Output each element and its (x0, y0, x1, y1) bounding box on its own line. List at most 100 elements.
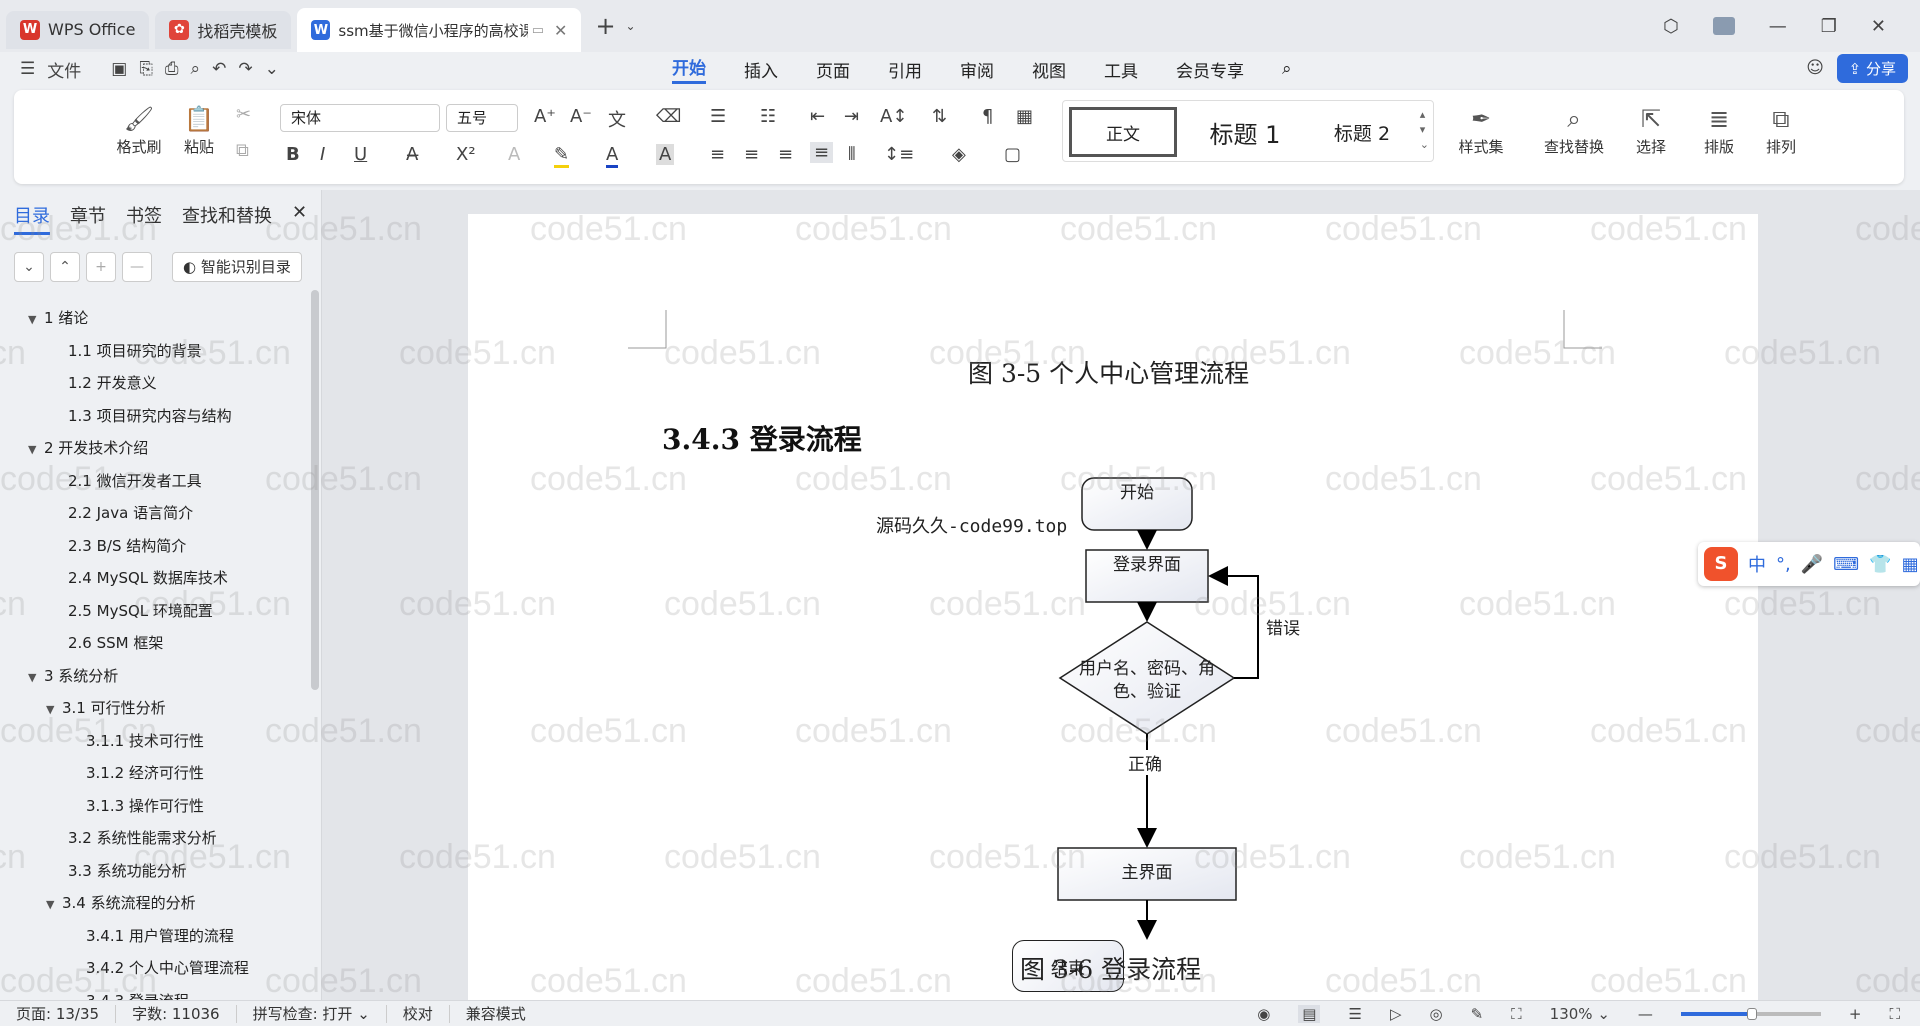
text-effect-icon[interactable]: A (508, 144, 520, 165)
toc-item[interactable]: 2.3 B/S 结构简介 (0, 530, 310, 563)
toc-item[interactable]: 2.5 MySQL 环境配置 (0, 595, 310, 628)
zoom-in-icon[interactable]: + (1849, 1005, 1862, 1023)
style-normal[interactable]: 正文 (1069, 107, 1177, 157)
distribute-icon[interactable]: ⫴ (848, 144, 856, 165)
toc-item[interactable]: 1.2 开发意义 (0, 367, 310, 400)
export-pdf-icon[interactable]: ⎘ (139, 59, 153, 79)
share-button[interactable]: ⇪ 分享 (1836, 54, 1908, 83)
toc-item[interactable]: 3.1.2 经济可行性 (0, 757, 310, 790)
clear-format-icon[interactable]: ⌫ (656, 106, 681, 127)
print-preview-icon[interactable]: ⌕ (191, 59, 201, 79)
align-right-icon[interactable]: ≡ (778, 144, 793, 165)
phonetic-guide-icon[interactable]: 文 (608, 106, 626, 132)
borders-icon[interactable]: ▢ (1004, 144, 1021, 165)
superscript-icon[interactable]: X² (456, 144, 476, 165)
strikethrough-icon[interactable]: A̶ (406, 144, 418, 165)
tab-docer-templates[interactable]: ✿ 找稻壳模板 (155, 10, 292, 49)
bullet-list-icon[interactable]: ☰ (710, 106, 726, 127)
zoom-out-icon[interactable]: — (1638, 1005, 1653, 1023)
print-icon[interactable]: ⎙ (165, 59, 179, 79)
collapse-icon[interactable]: ⌄ (14, 252, 44, 282)
remove-heading-icon[interactable]: — (122, 252, 152, 282)
tab-document[interactable]: W ssm基于微信小程序的高校课 ▭ ✕ (297, 8, 582, 52)
tab-home[interactable]: 开始 (672, 54, 706, 84)
find-replace-button[interactable]: ⌕ 查找替换 (1534, 102, 1614, 157)
toc-item[interactable]: 3.1.3 操作可行性 (0, 790, 310, 823)
toc-scrollbar[interactable] (311, 290, 319, 690)
show-marks-icon[interactable]: ¶ (982, 106, 993, 127)
add-heading-icon[interactable]: + (86, 252, 116, 282)
undo-icon[interactable]: ↶ (212, 59, 226, 79)
avatar[interactable] (1712, 17, 1735, 35)
cut-icon[interactable]: ✂ (236, 104, 251, 125)
word-count[interactable]: 字数: 11036 (116, 1004, 237, 1023)
page-view-icon[interactable]: ▤ (1298, 1004, 1321, 1023)
bold-icon[interactable]: B (286, 144, 300, 165)
tab-toc[interactable]: 目录 (14, 202, 50, 235)
smart-toc-button[interactable]: ◐ 智能识别目录 (172, 252, 302, 282)
toc-item[interactable]: ▼ 3 系统分析 (0, 660, 310, 693)
style-set-button[interactable]: ✒ 样式集 (1446, 102, 1516, 157)
quick-access-chevron-icon[interactable]: ⌄ (265, 59, 279, 79)
minimize-icon[interactable]: — (1769, 16, 1787, 37)
line-spacing-icon[interactable]: ↕≡ (884, 144, 914, 165)
skin-icon[interactable]: 👕 (1869, 554, 1891, 575)
toc-item[interactable]: ▼ 1 绪论 (0, 302, 310, 335)
toc-item[interactable]: 3.2 系统性能需求分析 (0, 822, 310, 855)
toc-item[interactable]: 3.1.1 技术可行性 (0, 725, 310, 758)
decrease-indent-icon[interactable]: ⇤ (810, 106, 825, 127)
fullscreen-icon[interactable]: ⛶ (1889, 1005, 1900, 1023)
align-center-icon[interactable]: ≡ (744, 144, 759, 165)
shrink-font-icon[interactable]: A⁻ (570, 106, 592, 127)
style-scroll-icon[interactable]: ▴ ▾ ⌄ (1420, 107, 1429, 152)
chevron-down-icon[interactable]: ⌄ (626, 19, 636, 33)
close-pane-icon[interactable]: ✕ (292, 202, 307, 235)
style-heading-1[interactable]: 标题 1 (1187, 107, 1303, 157)
outline-view-icon[interactable]: ☰ (1348, 1005, 1361, 1023)
save-icon[interactable]: ▣ (111, 59, 127, 79)
copy-icon[interactable]: ⧉ (236, 140, 249, 161)
restore-icon[interactable]: ❐ (1821, 16, 1837, 37)
ime-toolbar[interactable]: S 中 °, 🎤 ⌨ 👕 ▦ (1698, 542, 1920, 586)
char-shading-icon[interactable]: A (656, 144, 675, 165)
chat-icon[interactable]: ☺ (1806, 58, 1824, 78)
tab-find-replace[interactable]: 查找和替换 (182, 202, 272, 235)
highlight-icon[interactable]: ✎ (554, 144, 570, 168)
justify-icon[interactable]: ≡ (810, 142, 834, 163)
style-heading-2[interactable]: 标题 2 (1307, 107, 1417, 157)
ime-lang-label[interactable]: 中 (1748, 551, 1766, 577)
redo-icon[interactable]: ↷ (238, 59, 252, 79)
hamburger-icon[interactable]: ☰ (20, 59, 35, 79)
close-window-icon[interactable]: ✕ (1871, 16, 1886, 37)
tab-view[interactable]: 视图 (1032, 57, 1066, 82)
increase-indent-icon[interactable]: ⇥ (844, 106, 859, 127)
monitor-icon[interactable]: ▭ (532, 23, 544, 38)
zoom-slider-thumb[interactable] (1746, 1007, 1757, 1020)
font-color-icon[interactable]: A (606, 144, 619, 168)
new-tab-button[interactable]: + (595, 12, 615, 40)
file-menu[interactable]: 文件 (47, 57, 81, 82)
table-layout-icon[interactable]: ▦ (1016, 106, 1033, 127)
expand-triangle-icon[interactable]: ▼ (28, 304, 44, 337)
paste-button[interactable]: 📋 粘贴 (174, 102, 224, 157)
web-view-icon[interactable]: ◎ (1429, 1005, 1442, 1023)
toc-item[interactable]: ▼ 2 开发技术介绍 (0, 432, 310, 465)
layout-button[interactable]: ≣ 排版 (1694, 102, 1744, 157)
search-icon[interactable]: ⌕ (1282, 59, 1292, 79)
toc-item[interactable]: 1.1 项目研究的背景 (0, 335, 310, 368)
shading-icon[interactable]: ◈ (952, 144, 966, 165)
expand-triangle-icon[interactable]: ▼ (28, 434, 44, 467)
toc-item[interactable]: 2.2 Java 语言简介 (0, 497, 310, 530)
grow-font-icon[interactable]: A⁺ (534, 106, 556, 127)
tab-review[interactable]: 审阅 (960, 57, 994, 82)
tab-member[interactable]: 会员专享 (1176, 57, 1244, 82)
zoom-slider[interactable] (1680, 1007, 1821, 1020)
text-direction-icon[interactable]: A↕ (880, 106, 907, 127)
toc-item[interactable]: 3.4.1 用户管理的流程 (0, 920, 310, 953)
sort-icon[interactable]: ⇅ (932, 106, 947, 127)
eye-protection-icon[interactable]: ◉ (1257, 1005, 1270, 1023)
microphone-icon[interactable]: 🎤 (1801, 554, 1823, 575)
expand-icon[interactable]: ⌃ (50, 252, 80, 282)
pen-icon[interactable]: ✎ (1471, 1005, 1484, 1023)
toc-item[interactable]: ▼ 3.1 可行性分析 (0, 692, 310, 725)
